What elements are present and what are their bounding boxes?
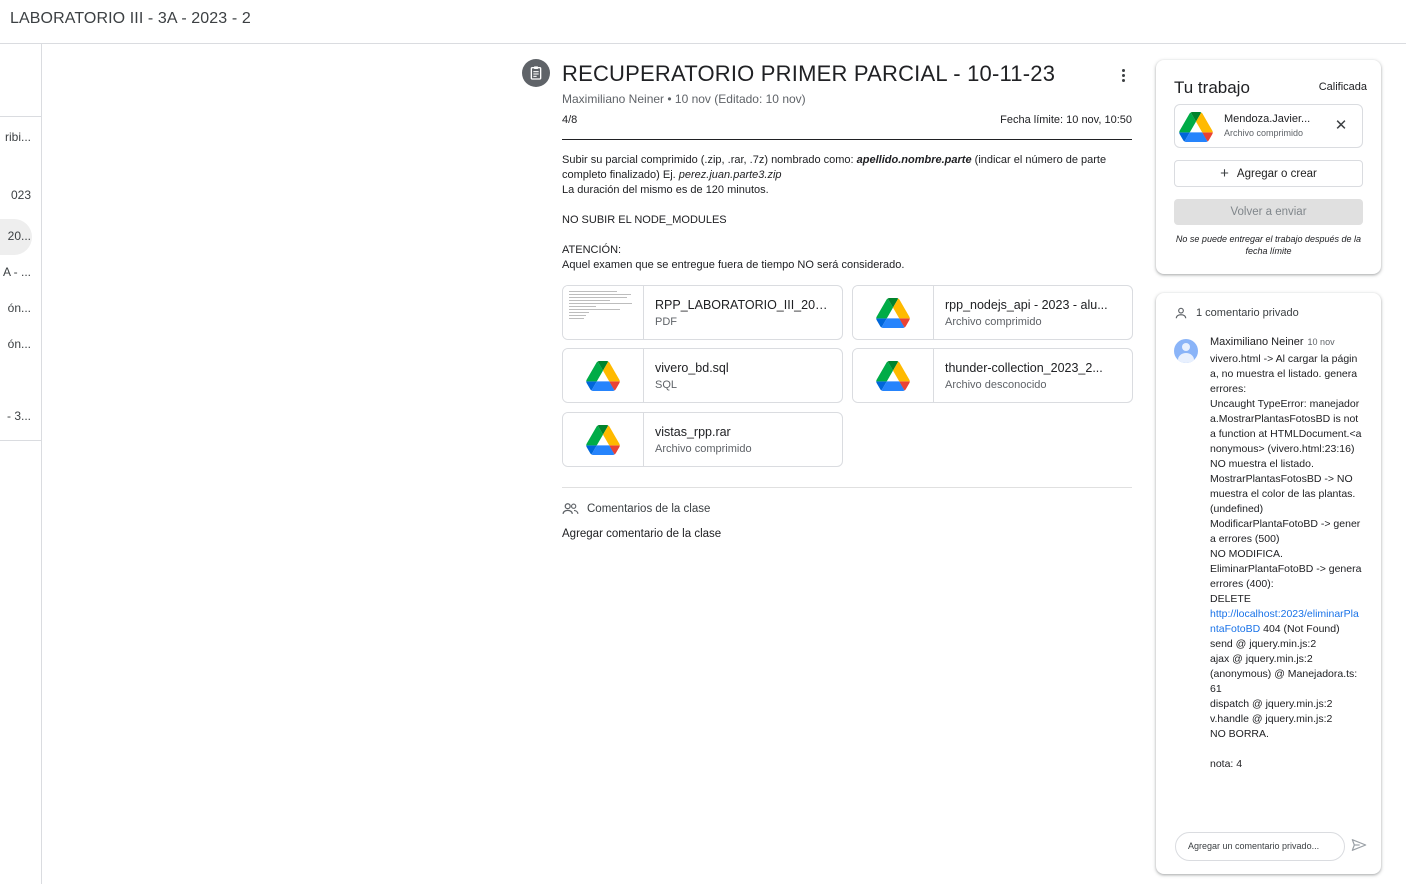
attachment-card[interactable]: vivero_bd.sql SQL	[562, 348, 843, 403]
sidebar-item[interactable]: ón...	[8, 301, 31, 315]
google-drive-icon	[563, 349, 644, 402]
private-comments-card: 1 comentario privado Maximiliano Neiner 1…	[1156, 293, 1381, 874]
due-date: Fecha límite: 10 nov, 10:50	[1000, 114, 1132, 126]
private-comment-input[interactable]: Agregar un comentario privado...	[1175, 832, 1345, 861]
comment-author: Maximiliano Neiner 10 nov	[1210, 336, 1335, 348]
assignment-meta: Maximiliano Neiner • 10 nov (Editado: 10…	[562, 92, 806, 106]
sidebar-item[interactable]: ribi...	[5, 130, 31, 144]
attachment-type: SQL	[655, 379, 678, 391]
top-bar: LABORATORIO III - 3A - 2023 - 2	[0, 0, 1406, 44]
attachment-name: rpp_nodejs_api - 2023 - alu...	[945, 298, 1108, 312]
more-options-icon[interactable]	[1112, 64, 1134, 86]
people-icon	[562, 503, 579, 514]
header-divider	[562, 139, 1132, 140]
assignment-points: 4/8	[562, 114, 578, 126]
class-comments-heading: Comentarios de la clase	[562, 502, 710, 516]
resubmit-button[interactable]: Volver a enviar	[1174, 199, 1363, 225]
sidebar-item[interactable]: ón...	[8, 337, 31, 351]
attachment-name: vivero_bd.sql	[655, 361, 729, 375]
class-title[interactable]: LABORATORIO III - 3A - 2023 - 2	[10, 10, 251, 28]
google-drive-icon	[853, 286, 934, 339]
private-comments-heading: 1 comentario privado	[1174, 306, 1299, 320]
attachment-card[interactable]: vistas_rpp.rar Archivo comprimido	[562, 412, 843, 467]
attachment-name: thunder-collection_2023_2...	[945, 361, 1103, 375]
late-submission-note: No se puede entregar el trabajo después …	[1175, 234, 1362, 256]
status-badge: Calificada	[1318, 81, 1367, 93]
sidebar-divider	[0, 440, 41, 441]
submitted-file-name: Mendoza.Javier...	[1224, 113, 1311, 125]
assignment-description: Subir su parcial comprimido (.zip, .rar,…	[562, 154, 1107, 271]
sidebar-item[interactable]: A - ...	[3, 265, 31, 279]
attachment-card[interactable]: rpp_nodejs_api - 2023 - alu... Archivo c…	[852, 285, 1133, 340]
your-work-title: Tu trabajo	[1174, 78, 1250, 97]
close-icon[interactable]: ✕	[1332, 117, 1350, 135]
plus-icon: +	[1220, 164, 1229, 182]
submitted-file[interactable]: Mendoza.Javier... Archivo comprimido ✕	[1174, 104, 1363, 148]
your-work-card: Tu trabajo Calificada Mendoza.Javier... …	[1156, 60, 1381, 274]
google-drive-icon	[853, 349, 934, 402]
person-icon	[1175, 307, 1187, 319]
assignment-title: RECUPERATORIO PRIMER PARCIAL - 10-11-23	[562, 61, 1056, 86]
attachment-name: vistas_rpp.rar	[655, 425, 731, 439]
sidebar-divider	[0, 116, 41, 117]
sidebar-item[interactable]: - 3...	[7, 409, 31, 423]
google-drive-icon	[1178, 110, 1214, 144]
attachment-type: PDF	[655, 316, 677, 328]
assignment-icon	[522, 59, 550, 87]
attachment-type: Archivo comprimido	[655, 443, 752, 455]
add-or-create-button[interactable]: + Agregar o crear	[1174, 160, 1363, 187]
attachment-name: RPP_LABORATORIO_III_2023...	[655, 298, 833, 312]
grade-text: nota: 4	[1210, 758, 1243, 770]
google-drive-icon	[563, 413, 644, 466]
sidebar-item-active[interactable]: 20...	[8, 229, 31, 243]
send-icon[interactable]	[1350, 836, 1368, 854]
attachment-card[interactable]: thunder-collection_2023_2... Archivo des…	[852, 348, 1133, 403]
attachment-card[interactable]: RPP_LABORATORIO_III_2023... PDF	[562, 285, 843, 340]
pdf-thumbnail	[563, 286, 644, 339]
avatar	[1174, 339, 1198, 363]
submitted-file-type: Archivo comprimido	[1224, 128, 1304, 138]
sidebar: ribi... 023 20... A - ... ón... ón... - …	[0, 44, 42, 884]
comment-date: 10 nov	[1307, 337, 1335, 347]
add-class-comment-link[interactable]: Agregar comentario de la clase	[562, 528, 721, 540]
attachment-type: Archivo comprimido	[945, 316, 1042, 328]
comment-body: vivero.html -> Al cargar la página, no m…	[1210, 353, 1362, 770]
sidebar-item[interactable]: 023	[11, 188, 31, 202]
comments-divider	[562, 487, 1132, 488]
attachment-type: Archivo desconocido	[945, 379, 1047, 391]
